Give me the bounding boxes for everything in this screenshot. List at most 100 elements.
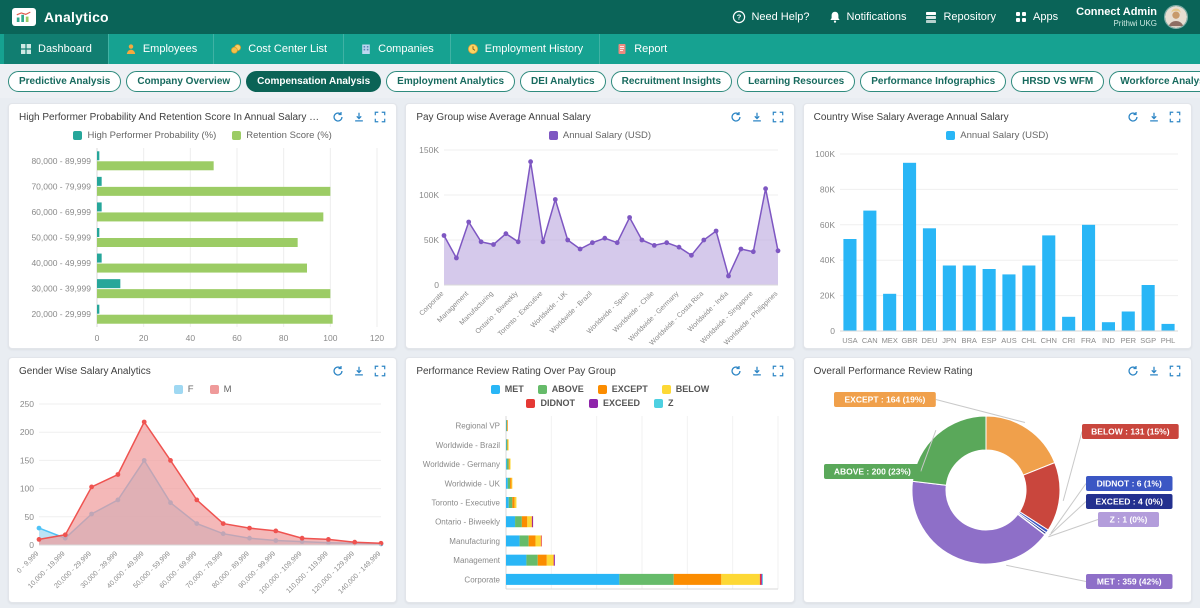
pill-company-overview[interactable]: Company Overview	[126, 71, 241, 92]
pill-learning-resources[interactable]: Learning Resources	[737, 71, 855, 92]
cost-center-icon	[230, 43, 242, 55]
tab-employment-history[interactable]: Employment History	[450, 34, 599, 64]
avatar	[1164, 5, 1188, 29]
legend-annual-salary[interactable]: Annual Salary (USD)	[549, 130, 651, 141]
svg-text:DEU: DEU	[921, 336, 937, 345]
download-icon[interactable]	[353, 365, 365, 377]
card-title: High Performer Probability And Retention…	[19, 112, 324, 123]
download-icon[interactable]	[751, 365, 763, 377]
user-menu[interactable]: Connect Admin Prithwi UKG	[1076, 5, 1188, 29]
svg-text:EXCEPT : 164 (19%): EXCEPT : 164 (19%)	[844, 395, 925, 405]
legend-swatch	[598, 385, 607, 394]
report-icon	[616, 43, 628, 55]
svg-text:80,000 - 89,999: 80,000 - 89,999	[31, 156, 91, 166]
legend-above[interactable]: ABOVE	[538, 384, 584, 394]
legend-high-performer[interactable]: High Performer Probability (%)	[73, 130, 216, 141]
pill-performance-infographics[interactable]: Performance Infographics	[860, 71, 1006, 92]
tab-report[interactable]: Report	[599, 34, 683, 64]
expand-icon[interactable]	[1169, 111, 1181, 123]
svg-text:120: 120	[370, 333, 384, 343]
svg-text:EXCEED : 4 (0%): EXCEED : 4 (0%)	[1095, 497, 1163, 507]
pill-recruitment-insights[interactable]: Recruitment Insights	[611, 71, 732, 92]
pay-group-salary-chart: 050K100K150KCorporateManagementManufactu…	[406, 142, 790, 347]
legend-below[interactable]: BELOW	[662, 384, 710, 394]
svg-text:40: 40	[186, 333, 196, 343]
legend-annual-salary[interactable]: Annual Salary (USD)	[946, 130, 1048, 141]
pill-workforce-analysis[interactable]: Workforce Analysis	[1109, 71, 1200, 92]
svg-text:IND: IND	[1102, 336, 1116, 345]
repository-button[interactable]: Repository	[924, 10, 996, 24]
tab-employees[interactable]: Employees	[108, 34, 213, 64]
legend-swatch	[662, 385, 671, 394]
card-title: Gender Wise Salary Analytics	[19, 366, 324, 377]
expand-icon[interactable]	[772, 111, 784, 123]
app-header: Analytico ? Need Help? Notifications Rep…	[0, 0, 1200, 34]
expand-icon[interactable]	[772, 365, 784, 377]
legend-swatch	[232, 131, 241, 140]
expand-icon[interactable]	[374, 365, 386, 377]
legend-z[interactable]: Z	[654, 398, 674, 408]
tab-companies[interactable]: Companies	[343, 34, 450, 64]
svg-text:DIDNOT : 6 (1%): DIDNOT : 6 (1%)	[1096, 479, 1161, 489]
svg-text:CHN: CHN	[1040, 336, 1056, 345]
refresh-icon[interactable]	[1127, 111, 1139, 123]
svg-text:CHL: CHL	[1021, 336, 1036, 345]
refresh-icon[interactable]	[332, 111, 344, 123]
legend-exceed[interactable]: EXCEED	[589, 398, 640, 408]
need-help-button[interactable]: ? Need Help?	[732, 10, 809, 24]
card-high-performer: High Performer Probability And Retention…	[8, 103, 397, 349]
card-performance-rating-paygroup: Performance Review Rating Over Pay Group…	[405, 357, 794, 603]
svg-text:AUS: AUS	[1001, 336, 1016, 345]
svg-text:Ontario - Biweekly: Ontario - Biweekly	[475, 290, 520, 335]
svg-text:Worldwide - Germany: Worldwide - Germany	[423, 460, 500, 469]
legend-swatch	[654, 399, 663, 408]
history-clock-icon	[467, 43, 479, 55]
tab-cost-center-list[interactable]: Cost Center List	[213, 34, 343, 64]
performance-rating-chart: Regional VPWorldwide - BrazilWorldwide -…	[406, 410, 790, 601]
pill-predictive-analysis[interactable]: Predictive Analysis	[8, 71, 121, 92]
sub-nav: Predictive Analysis Company Overview Com…	[0, 64, 1200, 98]
svg-text:100: 100	[20, 484, 34, 494]
notifications-button[interactable]: Notifications	[828, 10, 907, 24]
svg-text:60: 60	[232, 333, 242, 343]
legend-except[interactable]: EXCEPT	[598, 384, 648, 394]
svg-text:50K: 50K	[424, 235, 439, 245]
legend-didnot[interactable]: DIDNOT	[526, 398, 575, 408]
legend-female[interactable]: F	[174, 384, 194, 395]
svg-text:40,000 - 49,999: 40,000 - 49,999	[31, 258, 91, 268]
legend-swatch	[538, 385, 547, 394]
card-pay-group-salary: Pay Group wise Average Annual Salary Ann…	[405, 103, 794, 349]
svg-text:ABOVE : 200 (23%): ABOVE : 200 (23%)	[834, 467, 911, 477]
svg-text:MET : 359 (42%): MET : 359 (42%)	[1097, 577, 1162, 587]
legend-male[interactable]: M	[210, 384, 232, 395]
svg-text:30,000 - 39,999: 30,000 - 39,999	[31, 284, 91, 294]
svg-text:MEX: MEX	[881, 336, 897, 345]
apps-button[interactable]: Apps	[1014, 10, 1058, 24]
tab-dashboard[interactable]: Dashboard	[4, 34, 108, 64]
svg-text:50: 50	[25, 512, 35, 522]
legend-swatch	[589, 399, 598, 408]
pill-hrsd-vs-wfm[interactable]: HRSD VS WFM	[1011, 71, 1104, 92]
apps-grid-icon	[1014, 10, 1028, 24]
legend-swatch	[210, 385, 219, 394]
refresh-icon[interactable]	[730, 365, 742, 377]
legend-met[interactable]: MET	[491, 384, 524, 394]
download-icon[interactable]	[1148, 365, 1160, 377]
svg-text:Worldwide - Spain: Worldwide - Spain	[586, 290, 631, 335]
overall-performance-donut-chart: EXCEPT : 164 (19%)BELOW : 131 (15%)DIDNO…	[804, 380, 1188, 601]
refresh-icon[interactable]	[332, 365, 344, 377]
expand-icon[interactable]	[1169, 365, 1181, 377]
download-icon[interactable]	[353, 111, 365, 123]
download-icon[interactable]	[751, 111, 763, 123]
svg-text:PER: PER	[1120, 336, 1136, 345]
pill-dei-analytics[interactable]: DEI Analytics	[520, 71, 606, 92]
refresh-icon[interactable]	[730, 111, 742, 123]
svg-text:60K: 60K	[820, 220, 835, 230]
expand-icon[interactable]	[374, 111, 386, 123]
pill-employment-analytics[interactable]: Employment Analytics	[386, 71, 515, 92]
download-icon[interactable]	[1148, 111, 1160, 123]
country-salary-chart: 020K40K60K80K100KUSACANMEXGBRDEUJPNBRAES…	[804, 142, 1188, 347]
legend-retention-score[interactable]: Retention Score (%)	[232, 130, 332, 141]
pill-compensation-analysis[interactable]: Compensation Analysis	[246, 71, 381, 92]
refresh-icon[interactable]	[1127, 365, 1139, 377]
